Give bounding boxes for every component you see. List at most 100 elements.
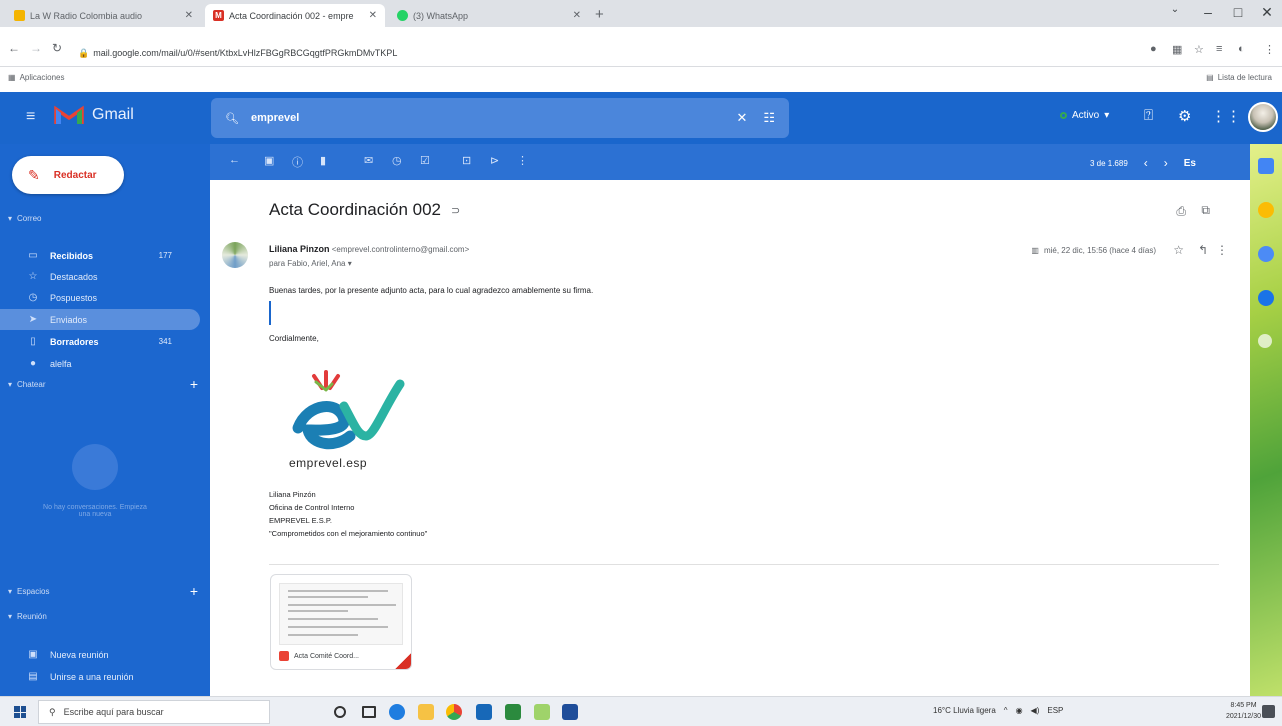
body-closing: Cordialmente, — [269, 334, 319, 343]
taskbar-clock[interactable]: 8:45 PM 2021/12/30 — [1226, 700, 1261, 722]
print-icon[interactable]: ⎙ — [1176, 204, 1186, 219]
sidebar-item-pospuestos[interactable]: ◷ Pospuestos — [0, 287, 200, 308]
language-indicator[interactable]: ESP — [1047, 706, 1063, 715]
volume-icon[interactable]: ◀) — [1031, 706, 1040, 715]
mark-unread-icon[interactable]: ✉ — [364, 154, 373, 167]
report-spam-icon[interactable]: ⓘ — [292, 154, 303, 170]
back-to-list-icon[interactable]: ← — [229, 154, 240, 166]
calendar-icon[interactable] — [1258, 158, 1274, 174]
status-dot-icon — [1060, 112, 1067, 119]
new-space-plus-icon[interactable]: + — [190, 583, 198, 599]
tab-search-icon[interactable]: ⌄ — [1160, 4, 1190, 15]
sidebar-item-unirse-reunion[interactable]: ▤ Unirse a una reunión — [0, 666, 200, 687]
address-bar[interactable]: 🔒 mail.google.com/mail/u/0/#sent/KtbxLvH… — [78, 46, 498, 60]
move-to-icon[interactable]: ⊡ — [462, 154, 471, 167]
input-tools-button[interactable]: Es — [1184, 158, 1196, 169]
chrome-menu-icon[interactable]: ⋮ — [1264, 43, 1275, 56]
add-task-icon[interactable]: ☑ — [420, 154, 430, 167]
open-new-window-icon[interactable]: ⧉ — [1201, 203, 1210, 218]
profile-icon[interactable]: ◐ — [1238, 43, 1245, 55]
sidebar-item-destacados[interactable]: ☆ Destacados — [0, 266, 200, 287]
apps-shortcut[interactable]: ▦ Aplicaciones — [8, 73, 64, 82]
reply-icon[interactable]: ↰ — [1198, 243, 1208, 257]
clear-search-icon[interactable]: ✕ — [736, 110, 747, 126]
chevron-up-icon[interactable]: ^ — [1004, 706, 1008, 715]
settings-gear-icon[interactable]: ⚙ — [1178, 107, 1191, 125]
tab-la-w-radio[interactable]: La W Radio Colombia audio ✕ — [6, 4, 201, 27]
sidebar-item-nueva-reunion[interactable]: ▣ Nueva reunión — [0, 644, 200, 665]
reading-list-button[interactable]: ▤ Lista de lectura — [1206, 73, 1272, 82]
google-apps-icon[interactable]: ⋮⋮ — [1211, 107, 1241, 125]
task-view-icon[interactable] — [362, 706, 376, 718]
more-options-icon[interactable]: ⋮ — [517, 154, 528, 167]
tab-close-icon[interactable]: ✕ — [573, 10, 581, 21]
excel-icon[interactable] — [505, 704, 521, 720]
cortana-icon[interactable] — [334, 706, 346, 718]
help-icon[interactable]: ⍰ — [1144, 107, 1153, 124]
forward-arrow-icon[interactable]: → — [30, 41, 42, 55]
archive-icon[interactable]: ▣ — [264, 154, 274, 167]
back-arrow-icon[interactable]: ← — [8, 41, 20, 55]
extension-icon[interactable]: ▦ — [1172, 43, 1182, 56]
keep-icon[interactable] — [1258, 202, 1274, 218]
maximize-button[interactable]: □ — [1223, 4, 1253, 20]
tab-close-icon[interactable]: ✕ — [369, 10, 377, 21]
store-icon[interactable] — [476, 704, 492, 720]
section-chat-header[interactable]: ▾ Chatear + — [8, 376, 198, 392]
section-meet-header[interactable]: ▾ Reunión — [8, 612, 198, 621]
section-spaces-header[interactable]: ▾ Espacios + — [8, 583, 198, 599]
compose-button[interactable]: ✎ Redactar — [12, 156, 124, 194]
chrome-icon[interactable] — [446, 704, 462, 720]
new-chat-plus-icon[interactable]: + — [190, 376, 198, 392]
photos-icon[interactable] — [562, 704, 578, 720]
weather-widget[interactable]: 16°C Lluvia ligera — [933, 706, 996, 715]
add-ons-plus-icon[interactable] — [1258, 334, 1272, 348]
edge-icon[interactable] — [389, 704, 405, 720]
file-explorer-icon[interactable] — [418, 704, 434, 720]
search-bar[interactable]: 🔍︎ emprevel ✕ ☷ — [211, 98, 789, 138]
signature-line: Liliana Pinzón — [269, 490, 316, 499]
more-message-options-icon[interactable]: ⋮ — [1216, 243, 1228, 257]
labels-icon[interactable]: ⊳ — [490, 154, 499, 167]
search-icon[interactable]: 🔍︎ — [225, 112, 239, 125]
tab-whatsapp[interactable]: (3) WhatsApp ✕ — [389, 4, 589, 27]
windows-start-icon[interactable] — [14, 706, 26, 718]
main-menu-icon[interactable]: ≡ — [26, 108, 35, 126]
taskbar-search-box[interactable]: ⚲ Escribe aquí para buscar — [38, 700, 270, 724]
contacts-icon[interactable] — [1258, 290, 1274, 306]
sender-avatar[interactable] — [222, 242, 248, 268]
gmail-logo[interactable]: Gmail — [54, 104, 134, 126]
tab-acta-coordinacion[interactable]: M Acta Coordinación 002 - empre ✕ — [205, 4, 385, 27]
notifications-icon[interactable] — [1262, 705, 1275, 718]
search-input[interactable]: emprevel — [251, 112, 724, 124]
tab-close-icon[interactable]: ✕ — [185, 10, 193, 21]
sidebar-item-alelfa[interactable]: ● alelfa — [0, 353, 200, 374]
star-message-icon[interactable]: ☆ — [1173, 243, 1184, 257]
previous-page-icon[interactable]: ‹ — [1144, 156, 1148, 170]
minimize-button[interactable]: – — [1193, 4, 1223, 20]
app-icon[interactable] — [534, 704, 550, 720]
network-icon[interactable]: ◉ — [1016, 706, 1023, 715]
reload-icon[interactable]: ↻ — [52, 41, 62, 55]
sidebar-item-borradores[interactable]: ▯ Borradores 341 — [0, 331, 200, 352]
reading-list-icon[interactable]: ≡ — [1216, 43, 1222, 55]
bookmark-star-icon[interactable]: ☆ — [1194, 43, 1204, 56]
tasks-icon[interactable] — [1258, 246, 1274, 262]
sidebar-item-recibidos[interactable]: ▭ Recibidos 177 — [0, 245, 200, 266]
attachment-card[interactable]: Acta Comité Coord... — [270, 574, 412, 670]
close-window-button[interactable]: ✕ — [1252, 4, 1282, 21]
sidebar-item-enviados[interactable]: ➤ Enviados — [0, 309, 200, 330]
sender-name[interactable]: Liliana Pinzon — [269, 244, 330, 254]
recipients-line[interactable]: para Fabio, Ariel, Ana ▾ — [269, 259, 352, 268]
new-tab-button[interactable]: + — [595, 6, 604, 23]
account-avatar[interactable] — [1248, 102, 1278, 132]
delete-icon[interactable]: ▮ — [320, 154, 326, 167]
section-mail-header[interactable]: ▾ Correo — [8, 214, 198, 223]
label-tag-icon[interactable]: ⊃ — [451, 204, 460, 217]
key-icon[interactable]: ● — [1150, 43, 1157, 55]
message-toolbar: ← ▣ ⓘ ▮ ✉ ◷ ☑ ⊡ ⊳ ⋮ 3 de 1.689 ‹ › Es — [210, 144, 1250, 180]
next-page-icon[interactable]: › — [1164, 156, 1168, 170]
status-dropdown[interactable]: Activo ▾ — [1060, 110, 1109, 121]
snooze-icon[interactable]: ◷ — [392, 154, 402, 167]
search-options-icon[interactable]: ☷ — [763, 110, 775, 126]
